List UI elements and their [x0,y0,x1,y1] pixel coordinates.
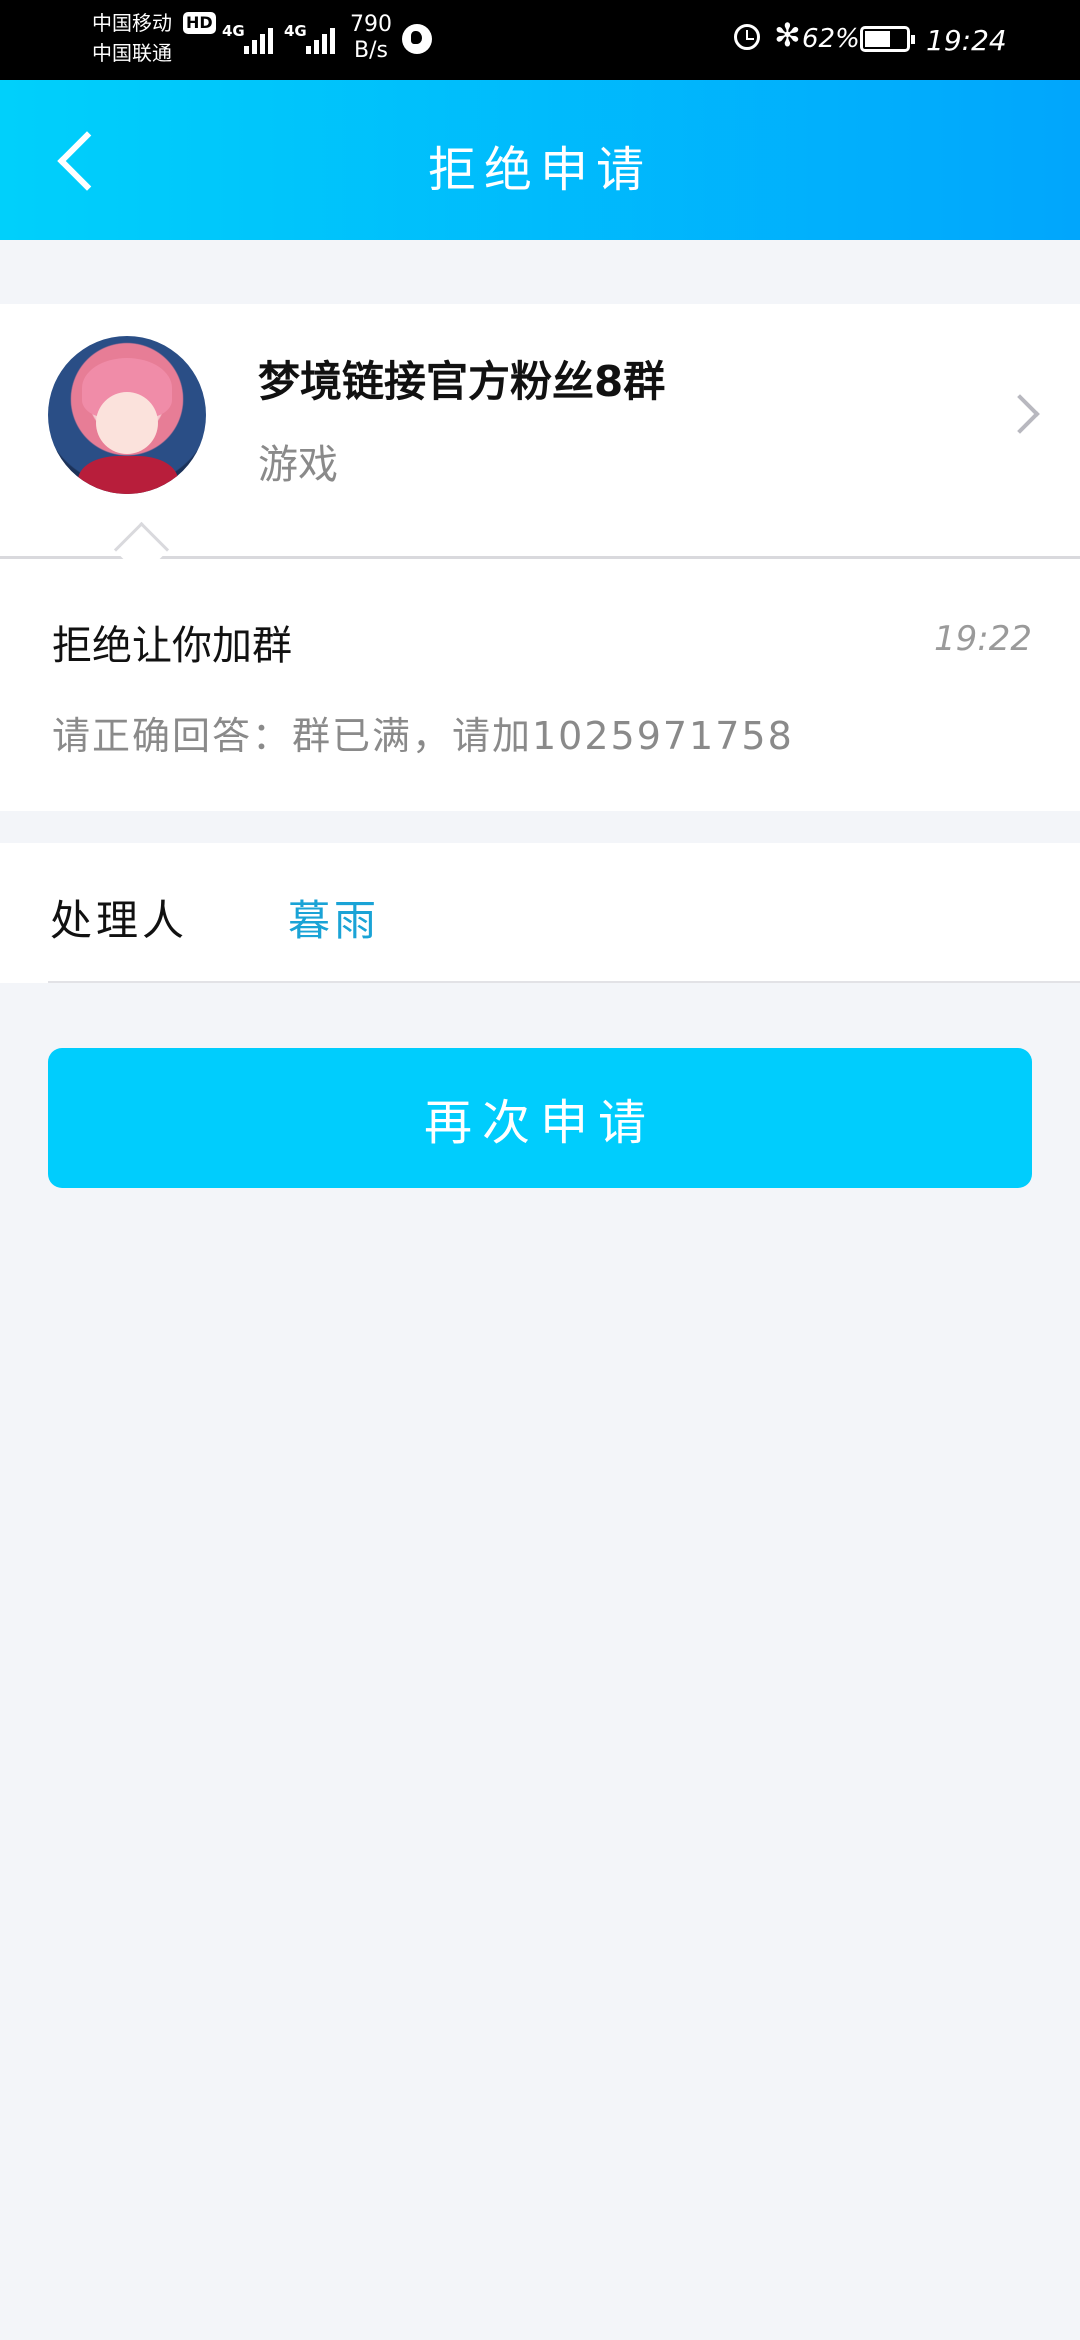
message-body: 请正确回答：群已满，请加1025971758 [52,714,794,758]
network-speed: 790 B/s [350,12,392,64]
group-avatar [48,336,206,494]
handler-name-link[interactable]: 暮雨 [288,887,380,948]
carrier-info: 中国移动 中国联通 [92,8,172,68]
handler-row: 处理人 暮雨 [0,843,1080,983]
carrier-1: 中国移动 [92,11,172,35]
divider [48,981,1080,983]
reapply-button[interactable]: 再次申请 [48,1048,1032,1188]
network-type-1: 4G [222,22,245,40]
group-card[interactable]: 梦境链接官方粉丝8群 游戏 [0,304,1080,556]
network-type-2: 4G [284,22,307,40]
signal-icon: 4G [222,18,282,56]
alarm-icon [734,24,760,50]
page-title: 拒绝申请 [427,142,652,198]
signal-icon-2: 4G [284,18,344,56]
handler-label: 处理人 [50,896,189,945]
speed-value: 790 [350,12,392,37]
header-bar: 拒绝申请 [0,80,1080,240]
globe-icon [402,24,432,54]
hd-badge: HD [183,12,216,34]
battery-icon [860,26,915,52]
speed-unit: B/s [354,38,388,63]
carrier-2: 中国联通 [92,41,172,65]
message-time: 19:22 [934,619,1032,659]
bluetooth-icon: ✻ [774,16,801,54]
group-name: 梦境链接官方粉丝8群 [258,357,666,406]
chevron-right-icon [1000,394,1040,434]
status-bar: 中国移动 中国联通 HD 4G 4G 790 B/s ✻ 62% 19:24 [0,0,1080,80]
battery-percent: 62% [802,24,860,54]
group-category: 游戏 [258,442,338,488]
status-time: 19:24 [926,24,1007,57]
rejection-message: 拒绝让你加群 19:22 请正确回答：群已满，请加1025971758 [0,559,1080,811]
message-title: 拒绝让你加群 [52,623,292,669]
battery-fill [865,31,890,47]
